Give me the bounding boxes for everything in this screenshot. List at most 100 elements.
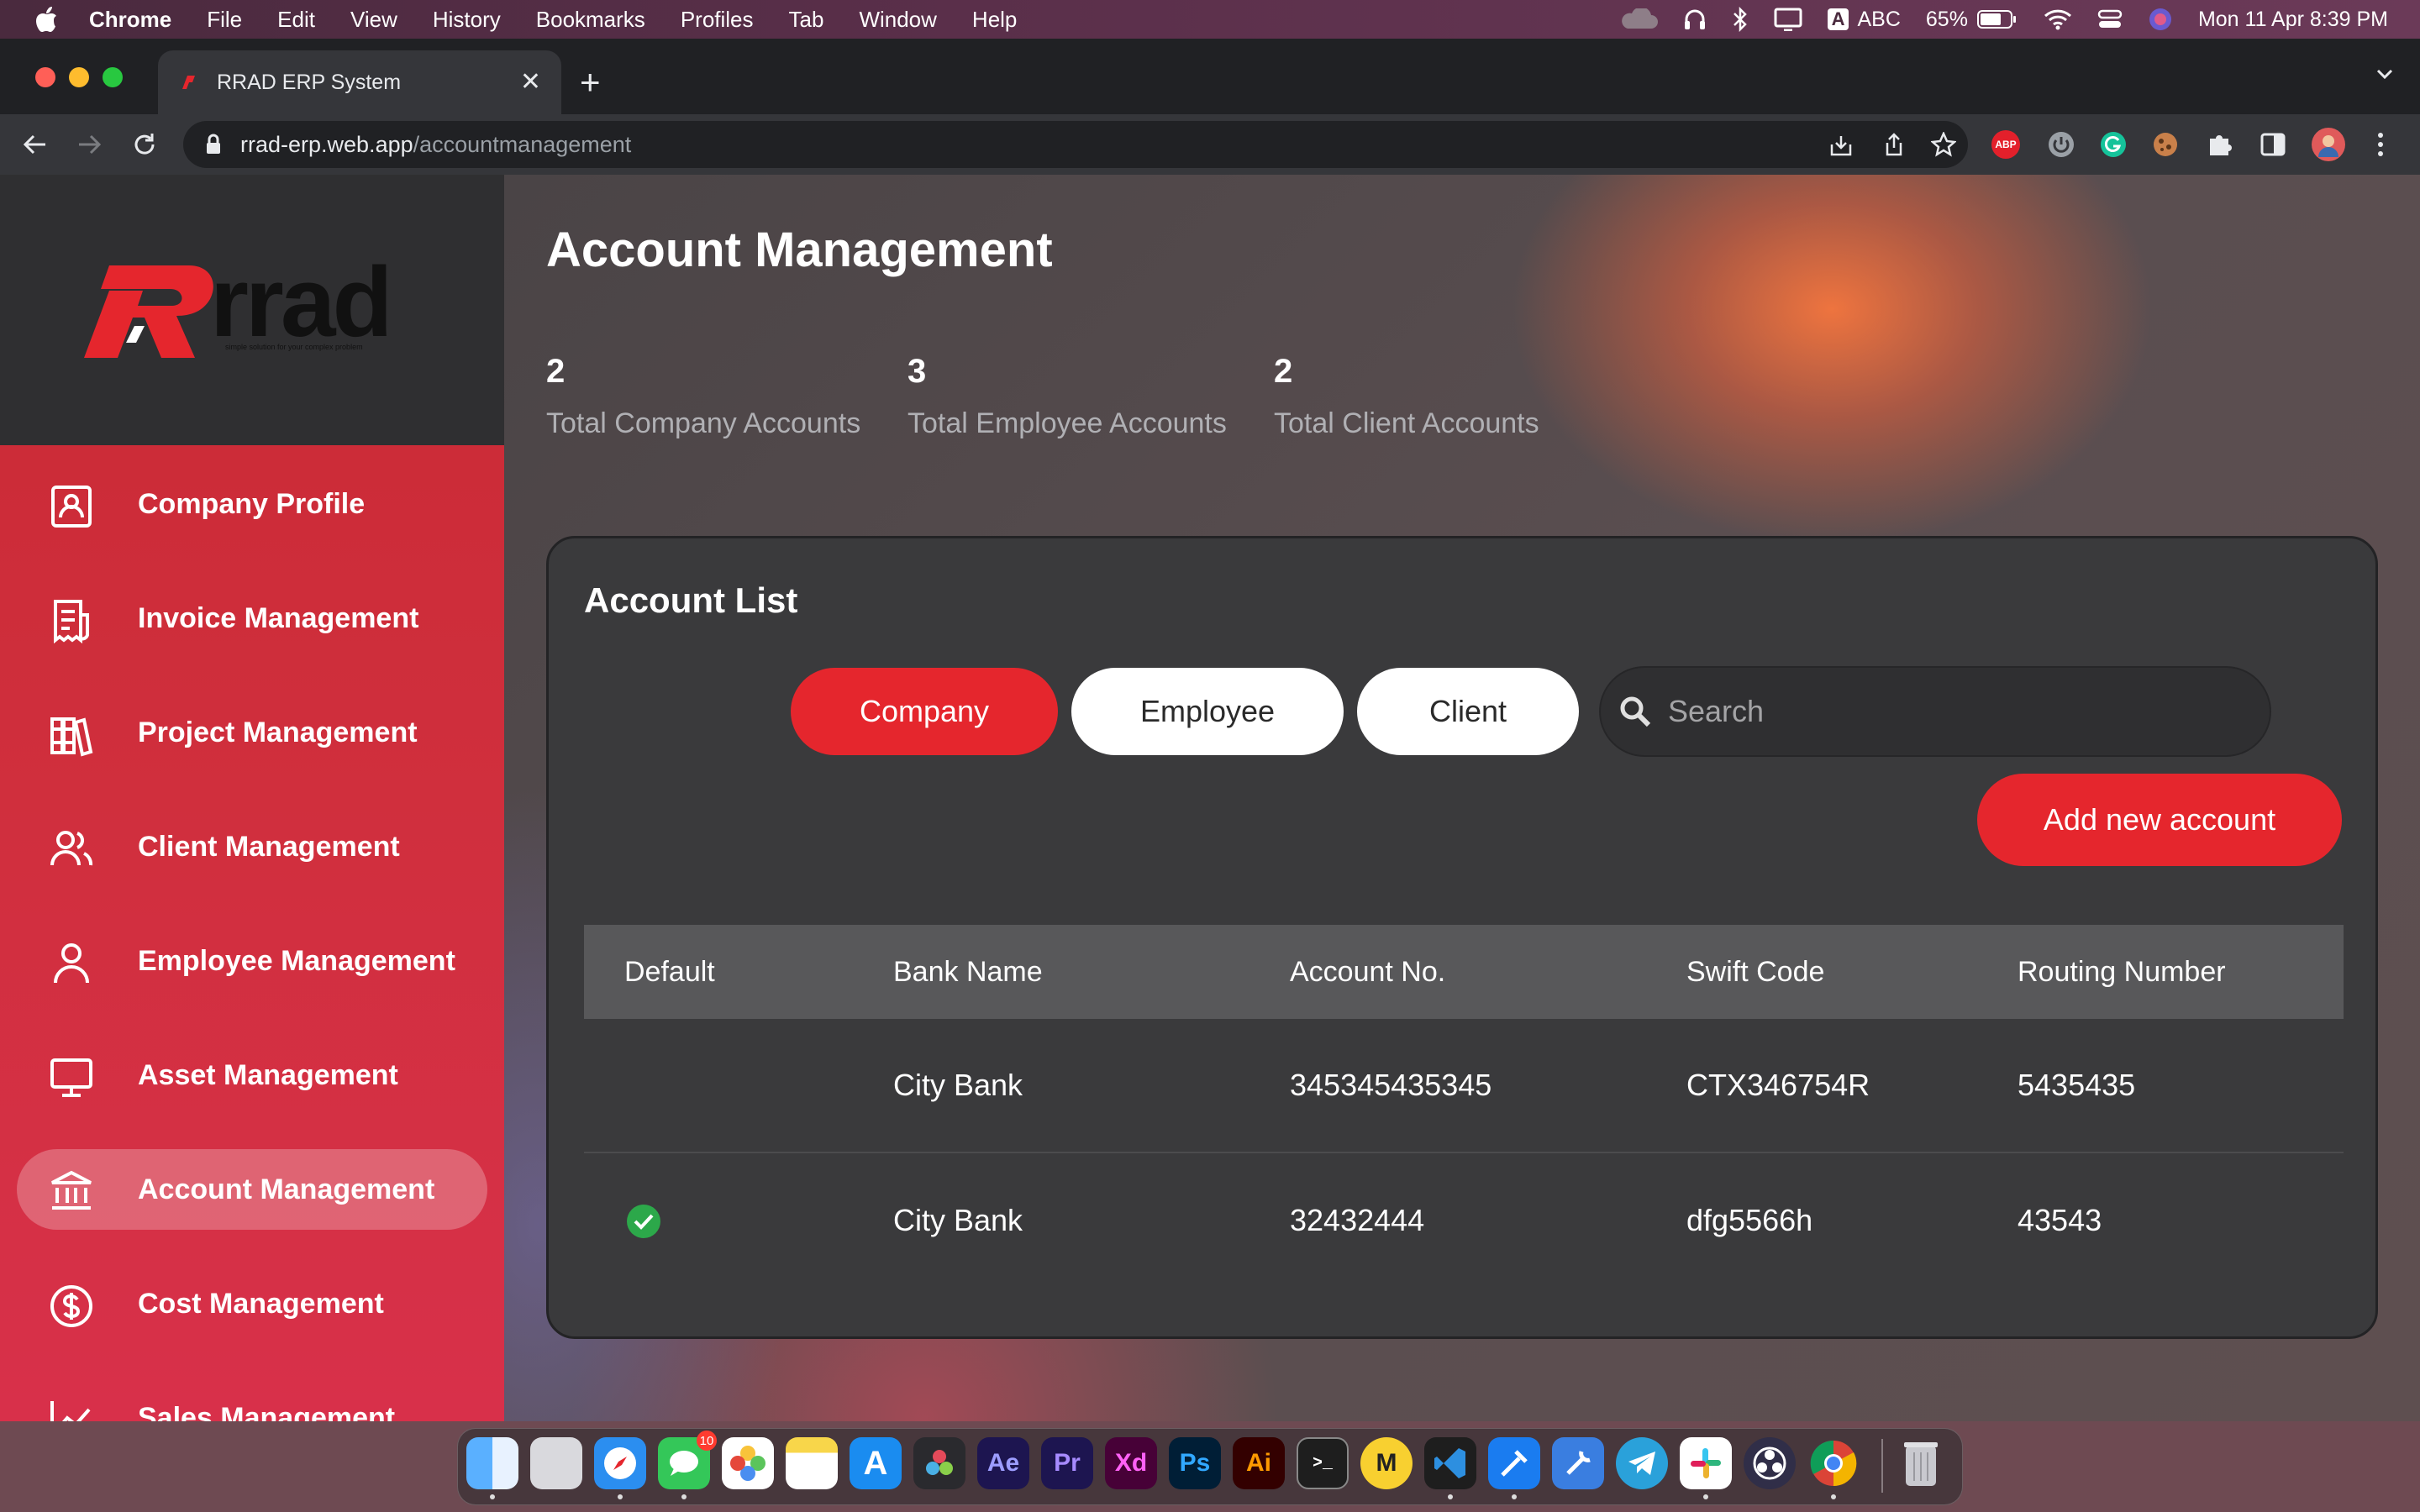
xcode-icon[interactable]	[1488, 1437, 1540, 1489]
miro-icon[interactable]: M	[1360, 1437, 1413, 1489]
photos-icon[interactable]	[722, 1437, 774, 1489]
premiere-pro-icon[interactable]: Pr	[1041, 1437, 1093, 1489]
sidebar-item-account-management[interactable]: Account Management	[17, 1149, 487, 1230]
photoshop-icon[interactable]: Ps	[1169, 1437, 1221, 1489]
sidebar-item-invoice-management[interactable]: Invoice Management	[17, 578, 487, 659]
browser-tab-active[interactable]: RRAD ERP System ✕	[158, 50, 561, 114]
share-icon[interactable]	[1882, 133, 1906, 158]
running-indicator	[490, 1494, 495, 1499]
adblock-plus-icon[interactable]: ABP	[1991, 130, 2020, 159]
new-tab-button[interactable]: +	[580, 62, 601, 102]
tab-search-chevron-icon[interactable]	[2375, 67, 2395, 81]
address-bar[interactable]: rrad-erp.web.app/accountmanagement	[183, 121, 1968, 168]
menu-view[interactable]: View	[350, 7, 397, 33]
sidebar-item-company-profile[interactable]: Company Profile	[17, 464, 487, 544]
sidebar-item-label: Sales Management	[138, 1401, 396, 1422]
tab-employee[interactable]: Employee	[1071, 668, 1344, 755]
column-header-swift-code: Swift Code	[1686, 955, 1825, 988]
apple-icon[interactable]	[34, 4, 59, 34]
sidebar-item-project-management[interactable]: Project Management	[17, 692, 487, 773]
side-panel-icon[interactable]	[2260, 132, 2286, 157]
table-row[interactable]: City Bank 345345435345 CTX346754R 543543…	[584, 1019, 2344, 1153]
reload-icon[interactable]	[131, 131, 158, 158]
menu-history[interactable]: History	[433, 7, 501, 33]
stat-label: Total Employee Accounts	[908, 407, 1227, 439]
add-new-account-button[interactable]: Add new account	[1977, 774, 2342, 866]
menu-file[interactable]: File	[207, 7, 242, 33]
grammarly-icon[interactable]	[2099, 130, 2128, 159]
power-extension-icon[interactable]	[2047, 130, 2075, 159]
display-icon[interactable]	[1774, 8, 1802, 31]
adobe-xd-icon[interactable]: Xd	[1105, 1437, 1157, 1489]
app-store-icon[interactable]: A	[850, 1437, 902, 1489]
input-source[interactable]: A ABC	[1827, 8, 1901, 32]
slack-icon[interactable]	[1680, 1437, 1732, 1489]
sidebar-item-client-management[interactable]: Client Management	[17, 806, 487, 887]
window-zoom-button[interactable]	[103, 67, 123, 87]
profile-avatar-icon[interactable]	[2311, 127, 2346, 162]
window-close-button[interactable]	[35, 67, 55, 87]
tab-company[interactable]: Company	[791, 668, 1058, 755]
rrad-logo-mark-icon	[84, 265, 213, 358]
search-input[interactable]	[1668, 694, 2239, 729]
forward-arrow-icon[interactable]	[76, 131, 103, 158]
launchpad-icon[interactable]	[530, 1437, 582, 1489]
notes-icon[interactable]	[786, 1437, 838, 1489]
card-title: Account List	[584, 580, 798, 620]
obs-icon[interactable]	[1744, 1437, 1796, 1489]
extensions-puzzle-icon[interactable]	[2207, 130, 2233, 157]
sidebar-item-sales-management[interactable]: Sales Management	[17, 1378, 487, 1421]
sidebar-item-asset-management[interactable]: Asset Management	[17, 1035, 487, 1116]
trash-icon[interactable]	[1895, 1437, 1947, 1489]
bookmark-star-icon[interactable]	[1931, 132, 1956, 157]
chrome-icon[interactable]	[1807, 1437, 1860, 1489]
window-minimize-button[interactable]	[69, 67, 89, 87]
sidebar-item-employee-management[interactable]: Employee Management	[17, 921, 487, 1001]
menu-edit[interactable]: Edit	[277, 7, 315, 33]
back-arrow-icon[interactable]	[22, 131, 49, 158]
table-row[interactable]: City Bank 32432444 dfg5566h 43543	[584, 1153, 2344, 1288]
cookie-icon[interactable]	[2151, 130, 2180, 159]
lock-icon[interactable]	[205, 134, 222, 155]
tab-close-icon[interactable]: ✕	[520, 67, 541, 97]
column-header-account-no: Account No.	[1290, 955, 1446, 988]
tab-client[interactable]: Client	[1357, 668, 1579, 755]
menu-window[interactable]: Window	[859, 7, 936, 33]
headphones-icon[interactable]	[1683, 8, 1707, 31]
wifi-icon[interactable]	[2044, 8, 2072, 30]
stat-value: 2	[1274, 353, 1293, 390]
instruments-icon[interactable]	[1552, 1437, 1604, 1489]
macos-menu-bar: Chrome File Edit View History Bookmarks …	[0, 0, 2420, 39]
install-app-icon[interactable]	[1828, 133, 1854, 158]
menu-tab[interactable]: Tab	[789, 7, 824, 33]
terminal-icon[interactable]: >_	[1297, 1437, 1349, 1489]
davinci-resolve-icon[interactable]	[913, 1437, 965, 1489]
menu-clock[interactable]: Mon 11 Apr 8:39 PM	[2198, 8, 2388, 32]
sidebar: rrad simple solution for your complex pr…	[0, 175, 504, 1421]
menu-app-name[interactable]: Chrome	[89, 7, 171, 33]
bluetooth-icon[interactable]	[1732, 7, 1749, 32]
after-effects-icon[interactable]: Ae	[977, 1437, 1029, 1489]
siri-icon[interactable]	[2148, 7, 2173, 32]
dollar-icon	[50, 1285, 92, 1327]
menu-help[interactable]: Help	[972, 7, 1017, 33]
cloud-icon[interactable]	[1619, 8, 1658, 30]
chrome-menu-icon[interactable]	[2376, 131, 2385, 158]
illustrator-icon[interactable]: Ai	[1233, 1437, 1285, 1489]
battery-status[interactable]: 65%	[1926, 8, 2018, 32]
sidebar-item-cost-management[interactable]: Cost Management	[17, 1263, 487, 1344]
bank-icon	[51, 1170, 92, 1210]
search-icon	[1620, 696, 1651, 727]
input-source-icon: A	[1827, 8, 1849, 30]
rrad-logo[interactable]: rrad simple solution for your complex pr…	[84, 247, 420, 375]
paper-plane-icon	[1628, 1452, 1655, 1475]
menu-profiles[interactable]: Profiles	[681, 7, 754, 33]
control-center-icon[interactable]	[2097, 8, 2123, 30]
column-header-routing-number: Routing Number	[2018, 955, 2226, 988]
hammer-icon	[1501, 1450, 1528, 1477]
vscode-icon[interactable]	[1424, 1437, 1476, 1489]
telegram-icon[interactable]	[1616, 1437, 1668, 1489]
finder-icon[interactable]	[466, 1437, 518, 1489]
menu-bookmarks[interactable]: Bookmarks	[536, 7, 645, 33]
safari-icon[interactable]	[594, 1437, 646, 1489]
